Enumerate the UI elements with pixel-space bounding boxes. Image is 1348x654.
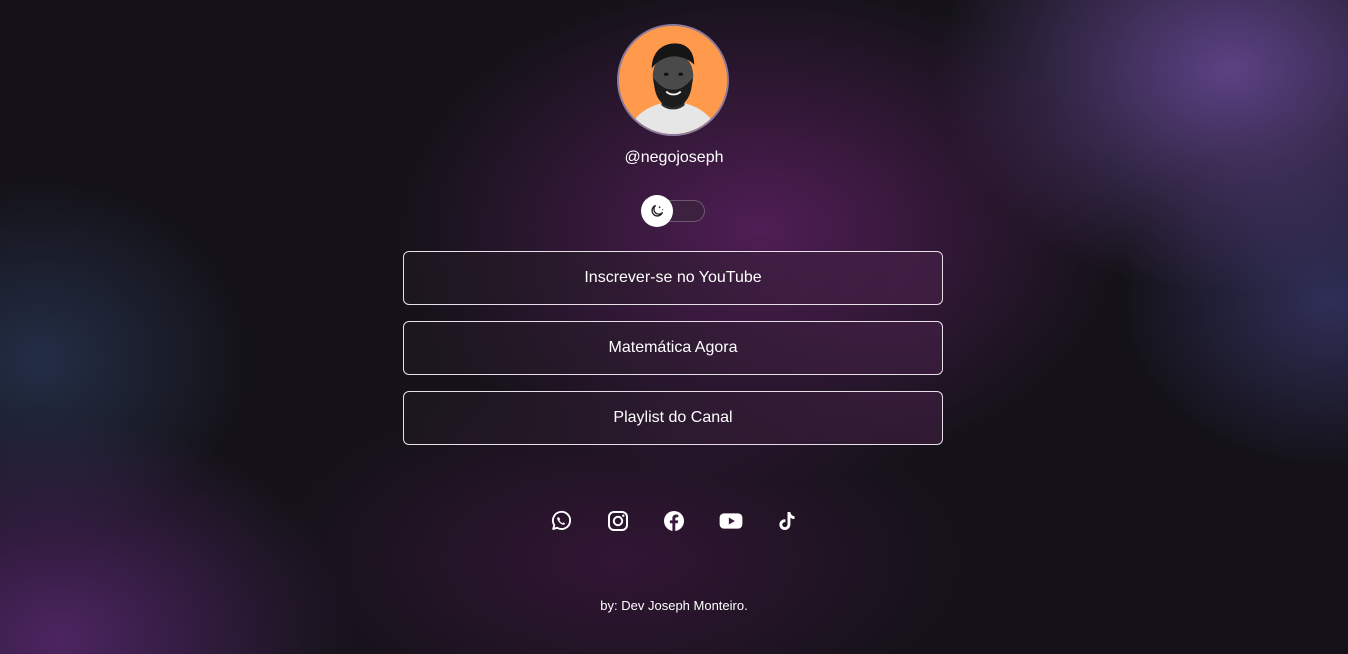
social-links: [546, 506, 802, 536]
link-list: Inscrever-se no YouTube Matemática Agora…: [403, 251, 943, 461]
matematica-agora-button[interactable]: Matemática Agora: [403, 321, 943, 375]
profile-photo: [619, 26, 727, 134]
moon-icon: [651, 205, 664, 217]
youtube-subscribe-button[interactable]: Inscrever-se no YouTube: [403, 251, 943, 305]
theme-toggle[interactable]: [641, 195, 705, 227]
theme-toggle-knob[interactable]: [641, 195, 673, 227]
profile-avatar: [617, 24, 729, 136]
footer-credit: by: Dev Joseph Monteiro.: [600, 598, 748, 613]
profile-username: @negojoseph: [624, 149, 724, 166]
tiktok-icon: [779, 512, 795, 530]
whatsapp-link[interactable]: [546, 506, 576, 536]
instagram-link[interactable]: [603, 506, 633, 536]
tiktok-link[interactable]: [772, 506, 802, 536]
whatsapp-icon: [551, 510, 572, 530]
facebook-icon: [664, 511, 684, 531]
youtube-link[interactable]: [716, 506, 746, 536]
youtube-icon: [719, 513, 742, 529]
facebook-link[interactable]: [659, 506, 689, 536]
linktree-page: @negojoseph Inscrever-se no YouTube Mate…: [0, 0, 1348, 654]
channel-playlist-button[interactable]: Playlist do Canal: [403, 391, 943, 445]
instagram-icon: [607, 511, 628, 531]
